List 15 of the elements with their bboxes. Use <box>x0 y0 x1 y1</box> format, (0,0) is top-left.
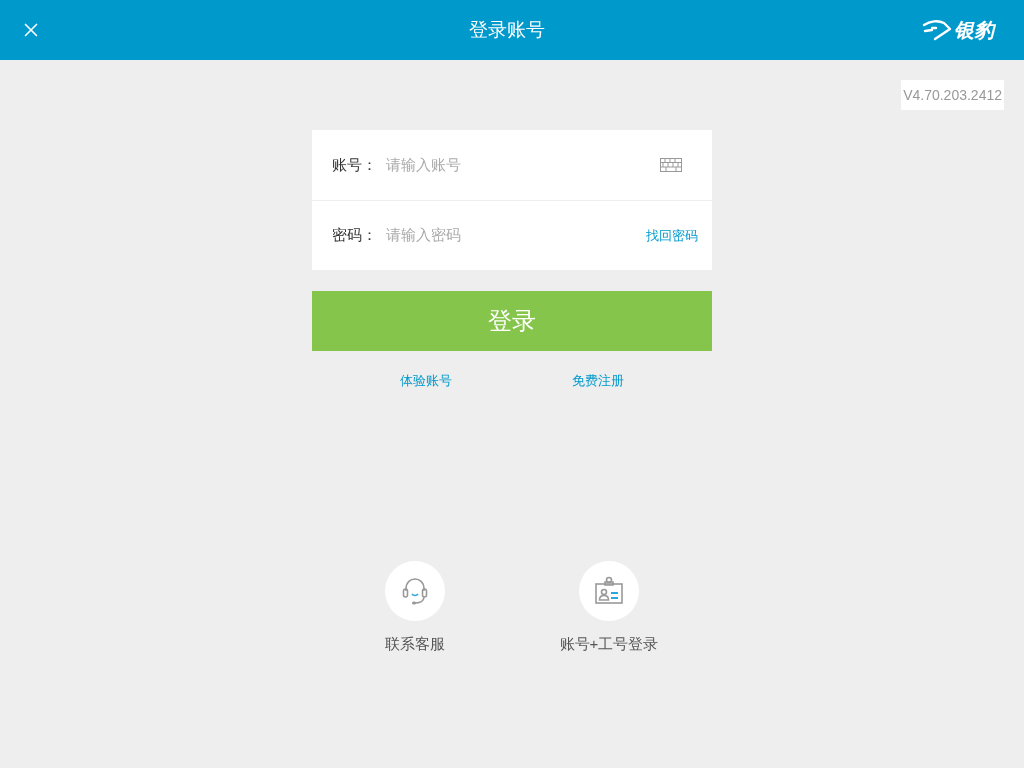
version-label: V4.70.203.2412 <box>901 80 1004 110</box>
logo-text: 银豹 <box>954 18 994 43</box>
id-card-icon <box>593 574 625 607</box>
register-link[interactable]: 免费注册 <box>572 371 624 391</box>
support-shortcut[interactable]: 联系客服 <box>353 560 477 655</box>
password-field[interactable]: 请输入密码 <box>386 224 646 247</box>
trial-account-link[interactable]: 体验账号 <box>400 371 452 391</box>
login-button[interactable]: 登录 <box>312 291 712 351</box>
account-field[interactable]: 请输入账号 <box>386 153 660 177</box>
forgot-password-link[interactable]: 找回密码 <box>646 225 698 246</box>
window-title: 登录账号 <box>469 17 545 42</box>
field-label: 账号： <box>332 154 378 175</box>
staff-login-shortcut[interactable]: 账号+工号登录 <box>547 560 671 655</box>
keyboard-icon[interactable] <box>660 158 682 172</box>
field-label: 密码： <box>332 225 378 246</box>
